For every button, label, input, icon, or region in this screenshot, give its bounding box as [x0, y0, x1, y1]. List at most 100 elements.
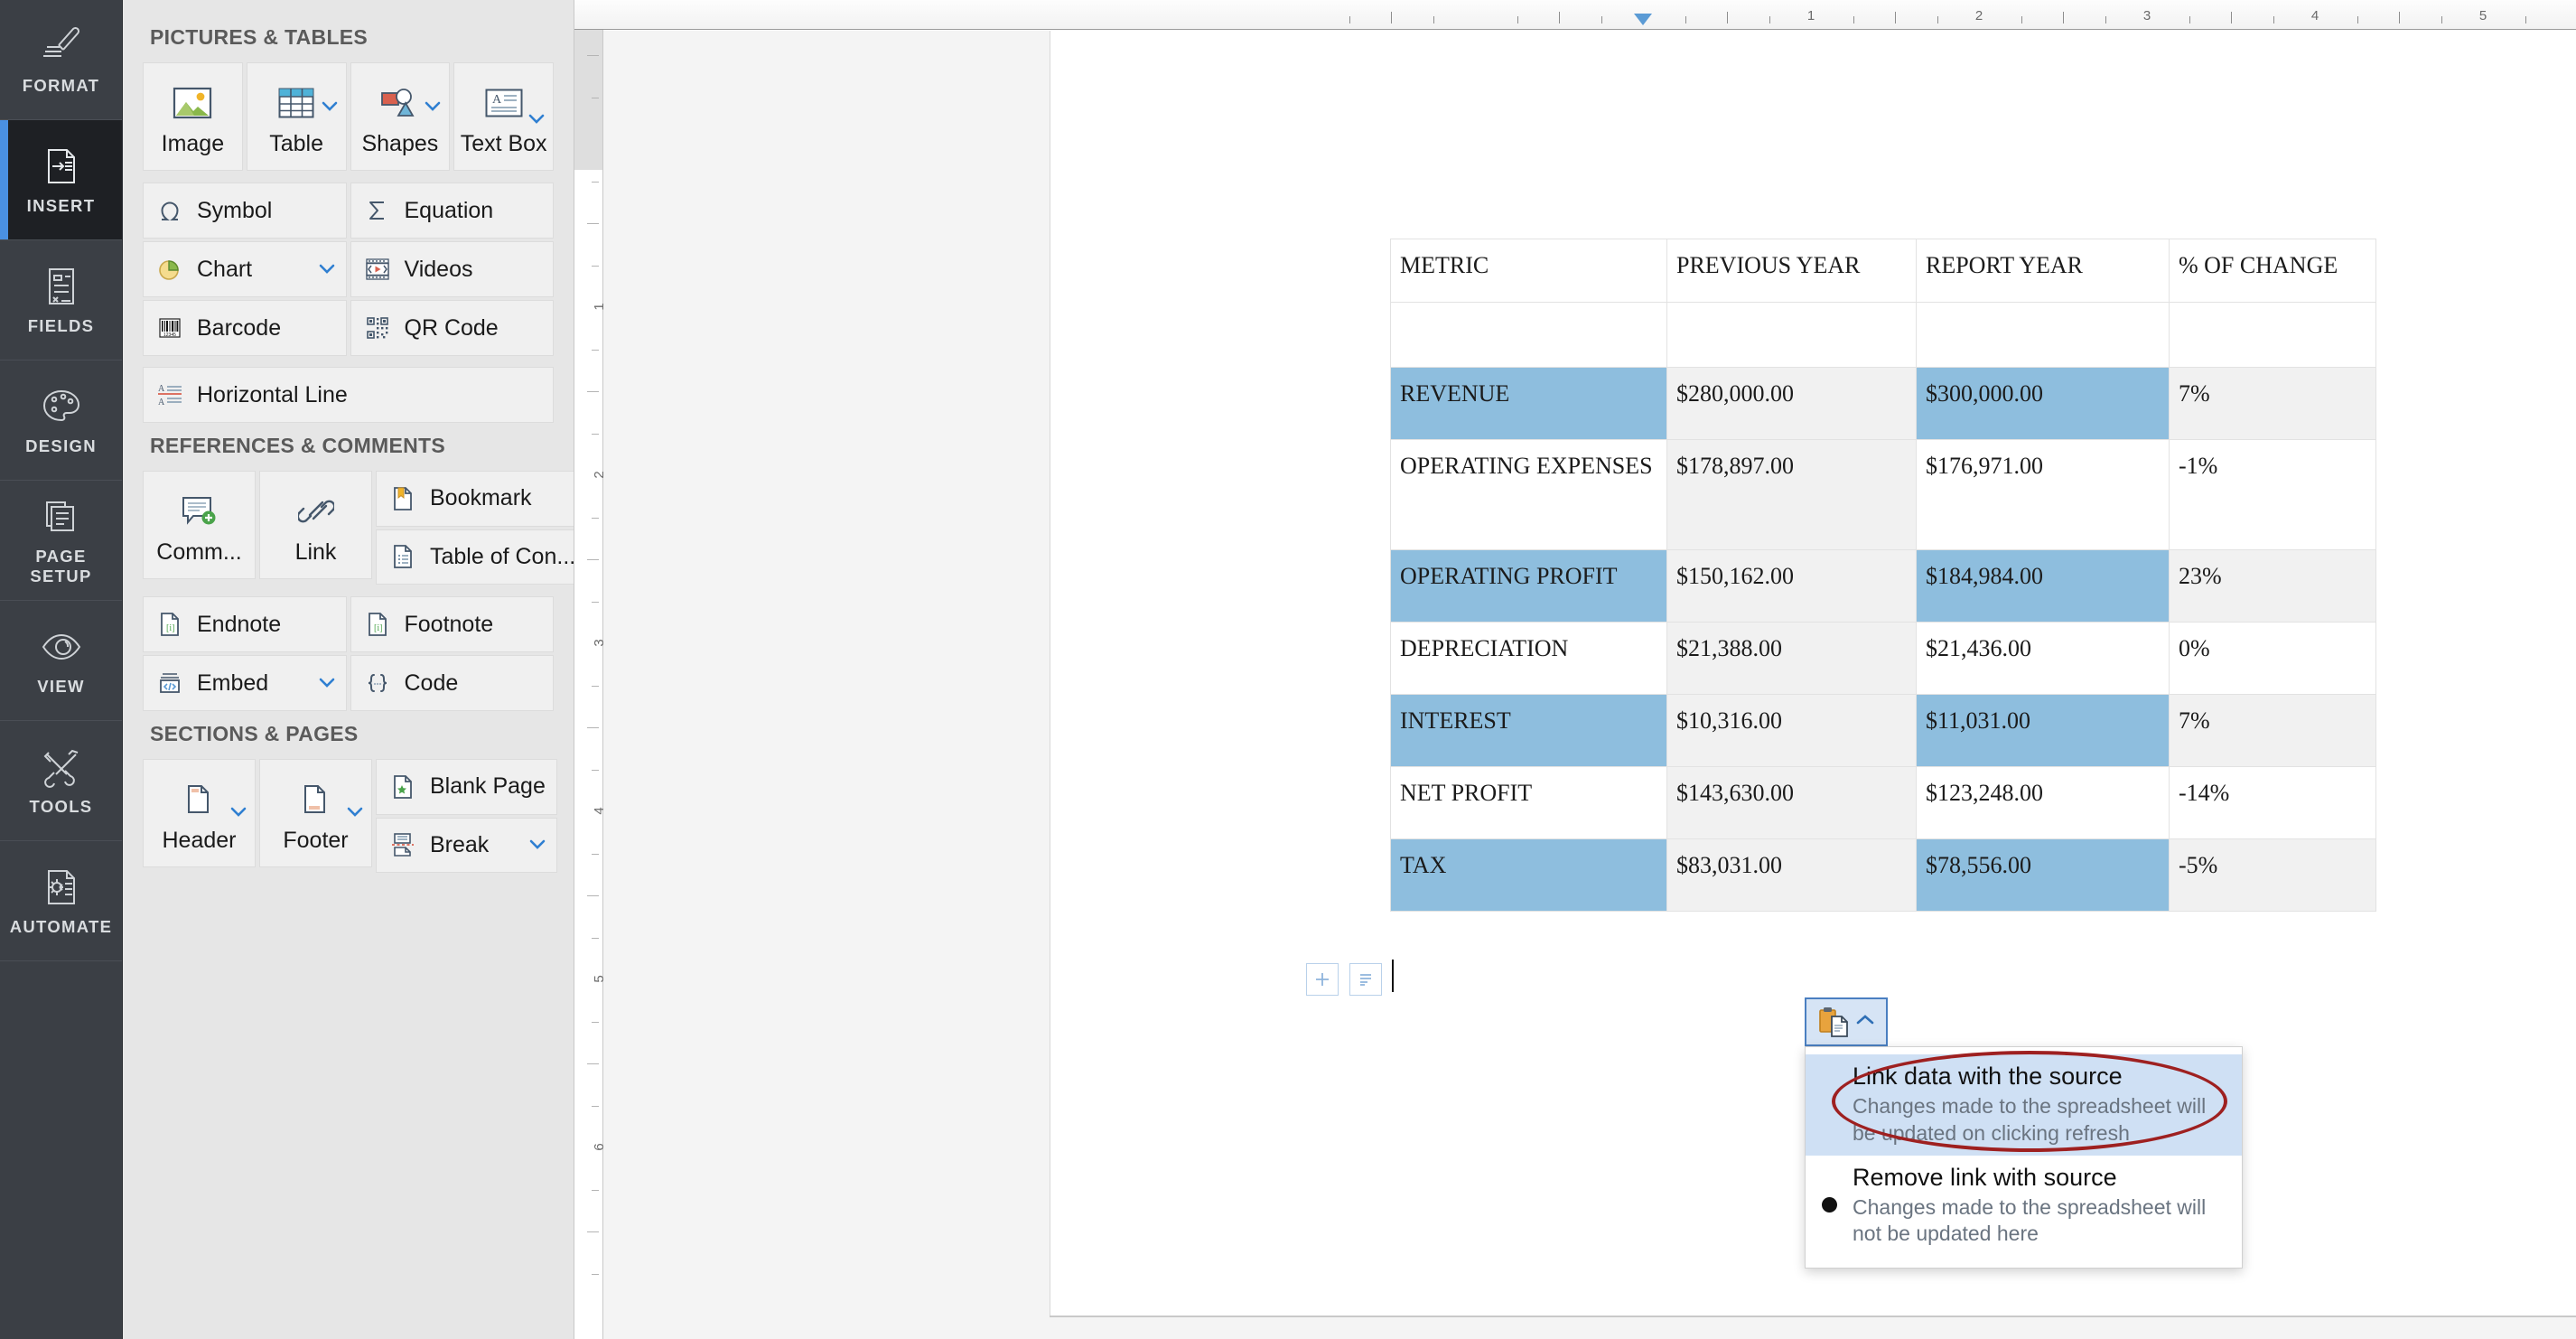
table-row[interactable]: OPERATING PROFIT$150,162.00$184,984.0023… [1391, 550, 2376, 623]
left-indent-marker[interactable] [1634, 14, 1652, 25]
table-options-icon[interactable] [1349, 963, 1382, 996]
insert-break-button[interactable]: Break [376, 818, 557, 874]
table-cell[interactable]: 7% [2170, 368, 2376, 440]
chevron-down-icon[interactable] [347, 807, 363, 818]
table-cell[interactable]: INTEREST [1391, 695, 1667, 767]
table-cell[interactable]: TAX [1391, 839, 1667, 912]
table-cell[interactable]: $184,984.00 [1917, 550, 2170, 623]
button-label: Embed [197, 670, 268, 697]
ruler-tick [1601, 16, 1602, 23]
table-row[interactable]: DEPRECIATION$21,388.00$21,436.000% [1391, 623, 2376, 695]
sidebar-item-fields[interactable]: FIELDS [0, 240, 122, 360]
button-label: Table of Con... [430, 544, 574, 570]
paste-option-link-data[interactable]: Link data with the source Changes made t… [1806, 1054, 2242, 1156]
sidebar-item-view[interactable]: VIEW [0, 601, 122, 721]
table-cell[interactable]: 0% [2170, 623, 2376, 695]
chevron-down-icon[interactable] [529, 839, 546, 850]
ruler-tick [1895, 12, 1896, 23]
insert-barcode-button[interactable]: 12345 Barcode [143, 300, 347, 356]
table-cell[interactable]: NET PROFIT [1391, 767, 1667, 839]
insert-endnote-button[interactable]: [i] Endnote [143, 596, 347, 652]
table-row[interactable]: OPERATING EXPENSES$178,897.00$176,971.00… [1391, 440, 2376, 550]
insert-table-button[interactable]: Table [247, 62, 347, 171]
table-cell[interactable]: $300,000.00 [1917, 368, 2170, 440]
insert-link-button[interactable]: Link [259, 471, 372, 579]
table-cell[interactable]: OPERATING EXPENSES [1391, 440, 1667, 550]
table-cell[interactable]: $143,630.00 [1667, 767, 1917, 839]
paste-options-button[interactable] [1805, 997, 1888, 1046]
table-cell[interactable] [1391, 303, 1667, 368]
chevron-down-icon[interactable] [319, 678, 335, 688]
button-label: Endnote [197, 612, 281, 638]
financial-metrics-table[interactable]: METRICPREVIOUS YEARREPORT YEAR% OF CHANG… [1390, 239, 2376, 912]
table-row[interactable]: TAX$83,031.00$78,556.00-5% [1391, 839, 2376, 912]
insert-chart-button[interactable]: Chart [143, 241, 347, 297]
table-cell[interactable]: $21,388.00 [1667, 623, 1917, 695]
table-cell[interactable]: $123,248.00 [1917, 767, 2170, 839]
table-row[interactable]: INTEREST$10,316.00$11,031.007% [1391, 695, 2376, 767]
insert-image-button[interactable]: Image [143, 62, 243, 171]
button-label: Symbol [197, 198, 272, 224]
table-cell[interactable]: $83,031.00 [1667, 839, 1917, 912]
table-cell[interactable]: $150,162.00 [1667, 550, 1917, 623]
insert-symbol-button[interactable]: Symbol [143, 183, 347, 239]
sidebar-item-page-setup[interactable]: PAGE SETUP [0, 481, 122, 601]
insert-blank-page-button[interactable]: Blank Page [376, 759, 557, 815]
sidebar-item-insert[interactable]: INSERT [0, 120, 122, 240]
ruler-tick [592, 854, 599, 855]
fields-doc-icon [38, 265, 85, 308]
table-cell[interactable]: 7% [2170, 695, 2376, 767]
sidebar-item-tools[interactable]: TOOLS [0, 721, 122, 841]
sidebar-item-label: PAGE SETUP [30, 547, 91, 586]
insert-textbox-button[interactable]: A Text Box [453, 62, 554, 171]
table-row[interactable]: NET PROFIT$143,630.00$123,248.00-14% [1391, 767, 2376, 839]
table-cell[interactable] [1667, 303, 1917, 368]
horizontal-ruler[interactable]: 12345 [574, 0, 2576, 30]
plus-icon[interactable] [1306, 963, 1339, 996]
table-cell[interactable]: DEPRECIATION [1391, 623, 1667, 695]
insert-videos-button[interactable]: Videos [350, 241, 555, 297]
vertical-ruler[interactable]: 123456 [574, 30, 603, 1339]
table-row[interactable]: REVENUE$280,000.00$300,000.007% [1391, 368, 2376, 440]
paste-option-remove-link[interactable]: Remove link with source Changes made to … [1806, 1156, 2242, 1257]
table-cell[interactable]: 23% [2170, 550, 2376, 623]
insert-bookmark-button[interactable]: Bookmark [376, 471, 574, 527]
table-cell[interactable] [2170, 303, 2376, 368]
ruler-number: 1 [1807, 8, 1815, 23]
insert-footnote-button[interactable]: [i] Footnote [350, 596, 555, 652]
paste-options-menu[interactable]: Link data with the source Changes made t… [1805, 1046, 2243, 1269]
chevron-down-icon[interactable] [528, 114, 545, 125]
insert-equation-button[interactable]: Equation [350, 183, 555, 239]
insert-code-button[interactable]: Code [350, 655, 555, 711]
table-cell[interactable]: $178,897.00 [1667, 440, 1917, 550]
sidebar-item-format[interactable]: FORMAT [0, 0, 122, 120]
chevron-down-icon[interactable] [319, 264, 335, 275]
sidebar-item-automate[interactable]: AUTOMATE [0, 841, 122, 961]
ruler-number: 3 [2143, 8, 2151, 23]
table-cell[interactable]: $78,556.00 [1917, 839, 2170, 912]
insert-embed-button[interactable]: Embed [143, 655, 347, 711]
insert-qr-code-button[interactable]: QR Code [350, 300, 555, 356]
chevron-up-icon[interactable] [1855, 1014, 1875, 1031]
insert-header-button[interactable]: Header [143, 759, 256, 867]
sidebar-item-design[interactable]: DESIGN [0, 360, 122, 481]
insert-horizontal-line-button[interactable]: A A Horizontal Line [143, 367, 554, 423]
table-cell[interactable]: -1% [2170, 440, 2376, 550]
insert-footer-button[interactable]: Footer [259, 759, 372, 867]
table-cell[interactable]: OPERATING PROFIT [1391, 550, 1667, 623]
table-cell[interactable]: $21,436.00 [1917, 623, 2170, 695]
table-cell[interactable]: $176,971.00 [1917, 440, 2170, 550]
table-cell[interactable]: -14% [2170, 767, 2376, 839]
table-cell[interactable]: $11,031.00 [1917, 695, 2170, 767]
table-cell[interactable]: REVENUE [1391, 368, 1667, 440]
table-cell[interactable]: -5% [2170, 839, 2376, 912]
insert-table-of-contents-button[interactable]: Table of Con... [376, 529, 574, 585]
table-cell[interactable] [1917, 303, 2170, 368]
table-cell[interactable]: $10,316.00 [1667, 695, 1917, 767]
insert-shapes-button[interactable]: Shapes [350, 62, 451, 171]
insert-comment-button[interactable]: Comm... [143, 471, 256, 579]
chevron-down-icon[interactable] [230, 807, 247, 818]
chevron-down-icon[interactable] [322, 101, 338, 112]
chevron-down-icon[interactable] [425, 101, 441, 112]
table-cell[interactable]: $280,000.00 [1667, 368, 1917, 440]
